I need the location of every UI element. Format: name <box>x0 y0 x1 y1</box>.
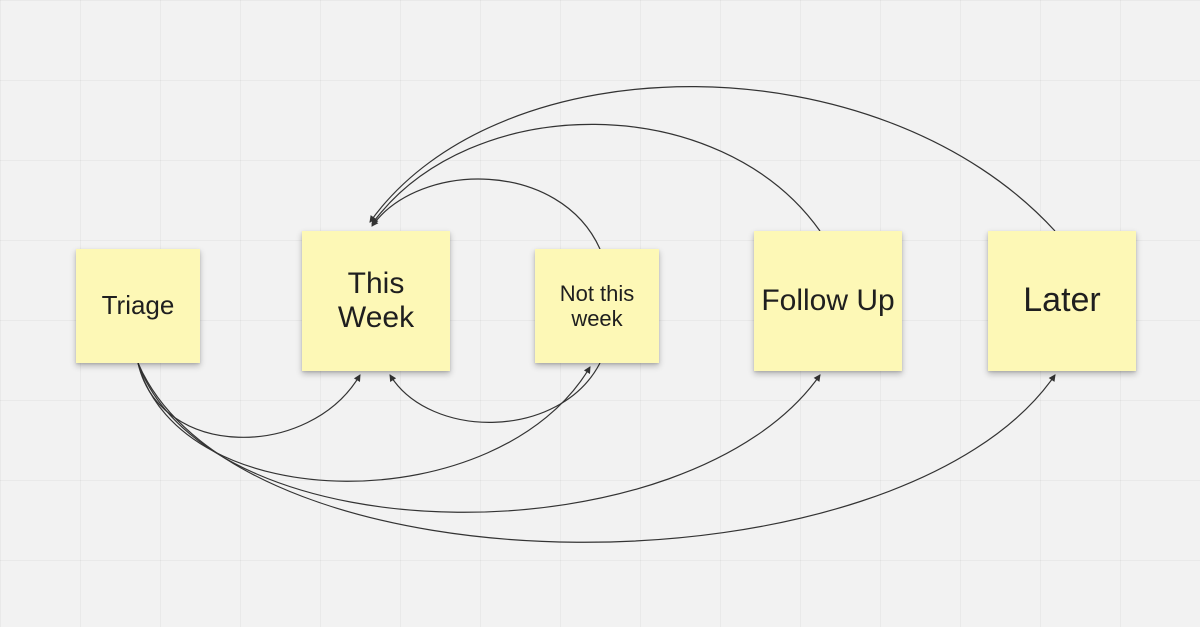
diagram-canvas[interactable]: Triage This Week Not this week Follow Up… <box>0 0 1200 627</box>
edge-triage-followup <box>138 363 820 512</box>
edge-followup-thisweek-above <box>372 124 820 231</box>
edge-notthis-thisweek-below <box>390 363 600 422</box>
note-label: This Week <box>308 267 444 336</box>
note-label: Follow Up <box>761 284 894 319</box>
edge-triage-later <box>138 363 1055 542</box>
edge-triage-notthis <box>138 363 590 481</box>
edge-triage-thisweek <box>138 363 360 437</box>
note-follow-up[interactable]: Follow Up <box>754 231 902 371</box>
note-later[interactable]: Later <box>988 231 1136 371</box>
note-label: Not this week <box>541 281 653 332</box>
note-not-this-week[interactable]: Not this week <box>535 249 659 363</box>
note-this-week[interactable]: This Week <box>302 231 450 371</box>
edge-later-thisweek-above <box>370 87 1055 231</box>
note-label: Triage <box>102 291 175 321</box>
note-label: Later <box>1023 281 1101 320</box>
note-triage[interactable]: Triage <box>76 249 200 363</box>
